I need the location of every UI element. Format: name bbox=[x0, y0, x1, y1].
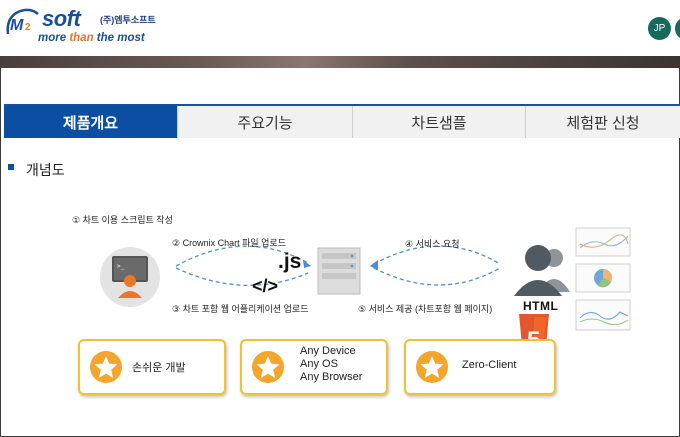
tab-chart-samples[interactable]: 차트샘플 bbox=[353, 106, 526, 138]
logo-wordmark: soft bbox=[42, 6, 81, 31]
feature-label: Any Device Any OS Any Browser bbox=[300, 345, 362, 384]
star-icon bbox=[416, 351, 448, 383]
tagline-part-2: than bbox=[69, 32, 94, 44]
svg-text:M: M bbox=[10, 17, 24, 34]
step-5-label: ⑤ 서비스 제공 (차트포함 웹 페이지) bbox=[358, 304, 493, 314]
step-4-label: ④ 서비스 요청 bbox=[405, 239, 460, 249]
star-icon bbox=[90, 351, 122, 383]
feature-line-browser: Any Browser bbox=[300, 371, 363, 383]
logo-company-name: (주)엠투소프트 bbox=[100, 15, 156, 25]
secondary-avatar[interactable] bbox=[675, 17, 680, 40]
svg-text:2: 2 bbox=[25, 22, 31, 33]
banner-strip bbox=[0, 56, 680, 68]
tab-trial-request[interactable]: 체험판 신청 bbox=[526, 106, 680, 138]
step-2-label: ② Crownix Chart 파일 업로드 bbox=[172, 238, 286, 248]
code-tag-mark: </> bbox=[252, 276, 279, 296]
user-avatar[interactable]: JP bbox=[648, 17, 671, 40]
feature-label: 손쉬운 개발 bbox=[132, 362, 186, 374]
product-tabs: 제품개요 주요기능 차트샘플 체험판 신청 bbox=[4, 104, 680, 140]
section-bullet-icon bbox=[8, 164, 14, 170]
tagline-part-3: the most bbox=[93, 32, 145, 44]
tab-product-overview[interactable]: 제품개요 bbox=[4, 106, 178, 138]
html-label: HTML bbox=[523, 299, 559, 313]
feature-line-device: Any Device bbox=[300, 345, 356, 357]
star-icon bbox=[252, 351, 284, 383]
section-title: 개념도 bbox=[26, 162, 65, 178]
step-1-label: ① 차트 이용 스크립트 작성 bbox=[72, 215, 173, 225]
feature-card-easy-dev: 손쉬운 개발 bbox=[78, 339, 226, 395]
tagline-part-1: more bbox=[38, 32, 70, 44]
feature-label: Zero-Client bbox=[462, 359, 517, 371]
step-3-label: ③ 차트 포함 웹 어플리케이션 업로드 bbox=[172, 304, 309, 314]
m2soft-logo[interactable]: M 2 soft (주)엠투소프트 more than the most bbox=[4, 6, 156, 46]
logo-tagline: more than the most bbox=[38, 32, 145, 44]
site-header: M 2 soft (주)엠투소프트 more than the most JP bbox=[0, 0, 680, 56]
feature-line-os: Any OS bbox=[300, 358, 338, 370]
tab-key-features[interactable]: 주요기능 bbox=[178, 106, 353, 138]
feature-card-any-device: Any Device Any OS Any Browser bbox=[240, 339, 388, 395]
m2-logo-mark: M 2 bbox=[6, 8, 39, 35]
feature-card-zero-client: Zero-Client bbox=[404, 339, 556, 395]
js-file-mark: .js bbox=[278, 250, 302, 273]
